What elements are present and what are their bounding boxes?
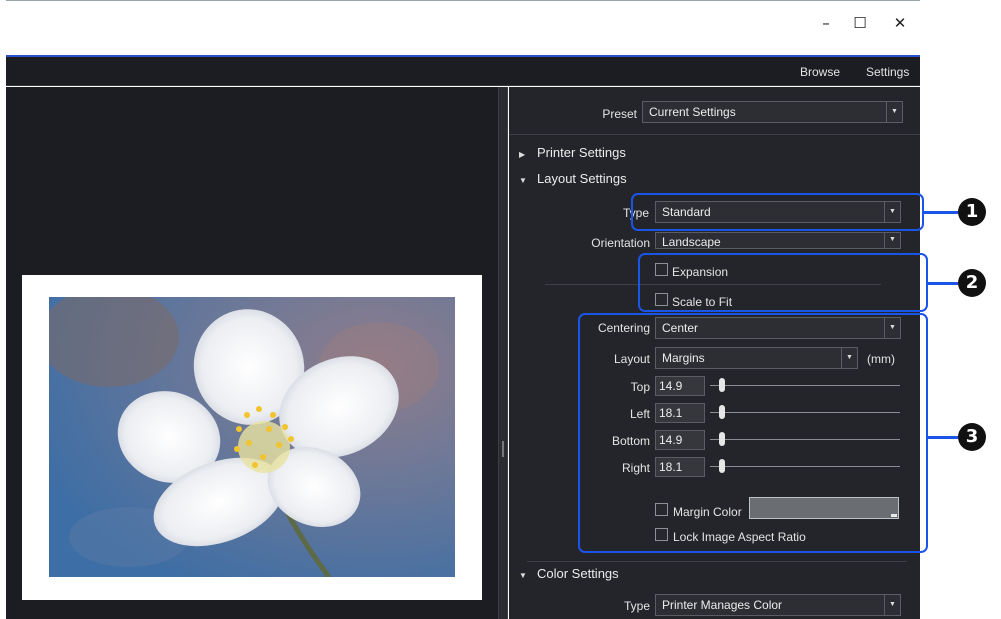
preset-label: Preset: [602, 107, 637, 121]
callout-badge-1: 1: [958, 198, 986, 226]
callout-badge-3: 3: [958, 423, 986, 451]
callout-badge-2: 2: [958, 269, 986, 297]
callout-line-2: [928, 282, 958, 285]
section-color-label: Color Settings: [537, 566, 619, 581]
expand-right-icon: ▶: [519, 150, 526, 159]
minimize-button[interactable]: –: [812, 13, 840, 33]
splitter-grip-icon: [502, 441, 504, 457]
chevron-down-icon: ▼: [884, 233, 900, 248]
callout-line-3: [928, 436, 958, 439]
preset-value: Current Settings: [649, 105, 736, 119]
collapse-down-icon: ▼: [519, 176, 527, 185]
color-type-select[interactable]: Printer Manages Color ▼: [655, 594, 901, 616]
callout-box-1: [631, 193, 924, 231]
flower-photo: [49, 297, 455, 577]
print-preview: [6, 87, 498, 619]
section-printer-settings[interactable]: ▶ Printer Settings: [519, 145, 626, 160]
title-bar: – ☐ ✕: [6, 0, 920, 55]
maximize-button[interactable]: ☐: [846, 13, 874, 33]
section-layout-label: Layout Settings: [537, 171, 627, 186]
divider: [527, 561, 907, 562]
close-button[interactable]: ✕: [886, 13, 914, 33]
chevron-down-icon: ▼: [884, 595, 900, 615]
color-type-label: Type: [623, 599, 650, 613]
callout-box-3: [578, 313, 928, 553]
callout-line-1: [924, 211, 958, 214]
section-color-settings[interactable]: ▼ Color Settings: [519, 566, 619, 581]
menu-bar: Browse Settings: [6, 57, 920, 86]
photo-preview: [49, 297, 455, 577]
chevron-down-icon: ▼: [886, 102, 902, 122]
menu-browse[interactable]: Browse: [800, 65, 840, 79]
section-layout-settings[interactable]: ▼ Layout Settings: [519, 171, 627, 186]
orientation-select[interactable]: Landscape ▼: [655, 232, 901, 249]
orientation-value: Landscape: [662, 235, 721, 249]
divider: [509, 134, 920, 135]
orientation-label: Orientation: [591, 236, 650, 250]
paper-preview: [22, 275, 482, 600]
color-type-value: Printer Manages Color: [662, 598, 783, 612]
menu-settings[interactable]: Settings: [866, 65, 909, 79]
collapse-down-icon: ▼: [519, 571, 527, 580]
section-printer-label: Printer Settings: [537, 145, 626, 160]
callout-box-2: [638, 253, 928, 312]
preset-select[interactable]: Current Settings ▼: [642, 101, 903, 123]
panel-splitter[interactable]: [498, 87, 508, 619]
